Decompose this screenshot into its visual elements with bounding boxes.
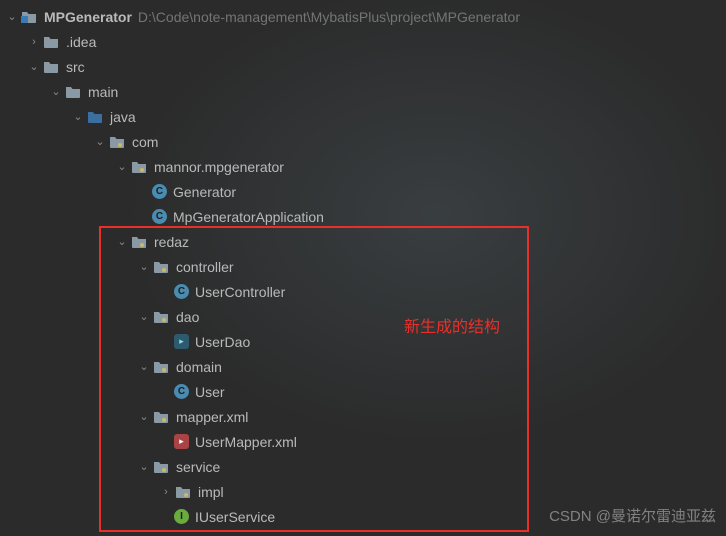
chevron-down-icon[interactable]: ⌄ <box>114 235 130 248</box>
tree-row[interactable]: ⌄ MPGenerator D:\Code\note-management\Myba… <box>0 4 726 29</box>
chevron-down-icon[interactable]: ⌄ <box>136 410 152 423</box>
tree-row[interactable]: ·CGenerator <box>0 179 726 204</box>
tree-item-label: Generator <box>173 184 236 200</box>
class-icon: C <box>174 284 189 299</box>
package-icon <box>130 233 148 251</box>
tree-item-label: User <box>195 384 225 400</box>
tree-item-label: MpGeneratorApplication <box>173 209 324 225</box>
watermark: CSDN @曼诺尔雷迪亚兹 <box>549 505 716 526</box>
tree-row[interactable]: › impl <box>0 479 726 504</box>
chevron-down-icon[interactable]: ⌄ <box>26 60 42 73</box>
package-icon <box>152 308 170 326</box>
tree-item-label: MPGenerator <box>44 9 132 25</box>
chevron-down-icon[interactable]: ⌄ <box>48 85 64 98</box>
tree-item-label: com <box>132 134 158 150</box>
module-icon <box>20 8 38 26</box>
class-icon: C <box>174 384 189 399</box>
tree-row[interactable]: ⌄ mannor.mpgenerator <box>0 154 726 179</box>
package-icon <box>152 358 170 376</box>
folder-icon <box>42 58 60 76</box>
tree-item-label: mannor.mpgenerator <box>154 159 284 175</box>
chevron-right-icon[interactable]: › <box>158 486 174 498</box>
tree-item-label: IUserService <box>195 509 275 525</box>
dao-file-icon: ▸ <box>174 334 189 349</box>
tree-item-label: service <box>176 459 220 475</box>
package-icon <box>152 408 170 426</box>
tree-row[interactable]: ·CMpGeneratorApplication <box>0 204 726 229</box>
chevron-down-icon[interactable]: ⌄ <box>136 260 152 273</box>
tree-row[interactable]: › .idea <box>0 29 726 54</box>
tree-row[interactable]: ⌄ com <box>0 129 726 154</box>
package-icon <box>152 258 170 276</box>
tree-item-label: domain <box>176 359 222 375</box>
tree-row[interactable]: ·▸UserMapper.xml <box>0 429 726 454</box>
chevron-down-icon[interactable]: ⌄ <box>136 460 152 473</box>
chevron-down-icon[interactable]: ⌄ <box>4 10 20 23</box>
project-tree[interactable]: ⌄ MPGenerator D:\Code\note-management\Myba… <box>0 0 726 529</box>
tree-row[interactable]: ·CUserController <box>0 279 726 304</box>
source-folder-icon <box>86 108 104 126</box>
tree-item-label: .idea <box>66 34 96 50</box>
folder-icon <box>42 33 60 51</box>
class-icon: C <box>152 209 167 224</box>
tree-item-label: java <box>110 109 136 125</box>
chevron-right-icon[interactable]: › <box>26 36 42 48</box>
chevron-down-icon[interactable]: ⌄ <box>136 310 152 323</box>
tree-row[interactable]: ⌄ controller <box>0 254 726 279</box>
xml-file-icon: ▸ <box>174 434 189 449</box>
tree-row[interactable]: ⌄ redaz <box>0 229 726 254</box>
tree-row[interactable]: ⌄ src <box>0 54 726 79</box>
tree-row[interactable]: ⌄ mapper.xml <box>0 404 726 429</box>
tree-row[interactable]: ⌄ java <box>0 104 726 129</box>
tree-item-label: src <box>66 59 85 75</box>
tree-row[interactable]: ⌄ service <box>0 454 726 479</box>
package-icon <box>130 158 148 176</box>
tree-item-label: UserDao <box>195 334 250 350</box>
tree-item-label: dao <box>176 309 199 325</box>
package-icon <box>108 133 126 151</box>
tree-row[interactable]: ·CUser <box>0 379 726 404</box>
interface-icon: I <box>174 509 189 524</box>
chevron-down-icon[interactable]: ⌄ <box>114 160 130 173</box>
annotation-text: 新生成的结构 <box>404 313 500 337</box>
tree-row[interactable]: ·▸UserDao <box>0 329 726 354</box>
chevron-down-icon[interactable]: ⌄ <box>70 110 86 123</box>
tree-item-label: mapper.xml <box>176 409 248 425</box>
package-icon <box>174 483 192 501</box>
tree-item-label: impl <box>198 484 224 500</box>
package-icon <box>152 458 170 476</box>
folder-icon <box>64 83 82 101</box>
tree-row[interactable]: ⌄ main <box>0 79 726 104</box>
class-icon: C <box>152 184 167 199</box>
tree-item-label: redaz <box>154 234 189 250</box>
tree-row[interactable]: ⌄ dao <box>0 304 726 329</box>
tree-row[interactable]: ⌄ domain <box>0 354 726 379</box>
project-path: D:\Code\note-management\MybatisPlus\proj… <box>138 9 520 25</box>
chevron-down-icon[interactable]: ⌄ <box>136 360 152 373</box>
tree-item-label: main <box>88 84 118 100</box>
chevron-down-icon[interactable]: ⌄ <box>92 135 108 148</box>
tree-item-label: UserController <box>195 284 285 300</box>
tree-item-label: UserMapper.xml <box>195 434 297 450</box>
tree-item-label: controller <box>176 259 234 275</box>
